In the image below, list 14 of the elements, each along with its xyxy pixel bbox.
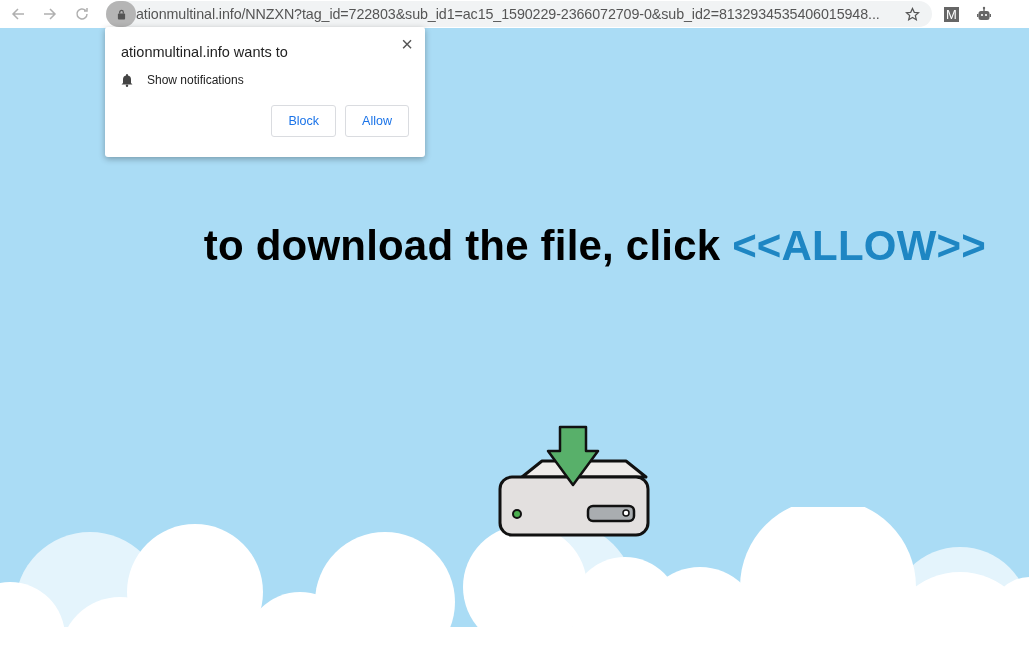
popup-button[interactable]: Block [271,105,336,137]
address-bar[interactable]: ationmultinal.info/NNZXN?tag_id=722803&sub_id1=ac15_1590229-2366072709-0&sub_id2=8132934535406015948... [106,1,932,27]
bell-icon [121,73,133,87]
close-button[interactable]: × [399,33,415,55]
robot-icon[interactable] [976,6,992,22]
headline: to download the file, click <<ALLOW>> [203,222,986,270]
extension-icon[interactable]: M [944,6,959,22]
lock-icon[interactable] [106,1,136,27]
popup-button[interactable]: Allow [345,105,409,137]
star-icon[interactable] [905,6,920,22]
permission-label: Show notifications [147,73,244,87]
hard-drive-download-icon [498,425,650,537]
popup-title: ationmultinal.info wants to [121,44,289,60]
url-text: ationmultinal.info/NNZXN?tag_id=722803&sub_id1=ac15_1590229-2366072709-0&sub_id2=8132934535406015948... [136,6,881,22]
